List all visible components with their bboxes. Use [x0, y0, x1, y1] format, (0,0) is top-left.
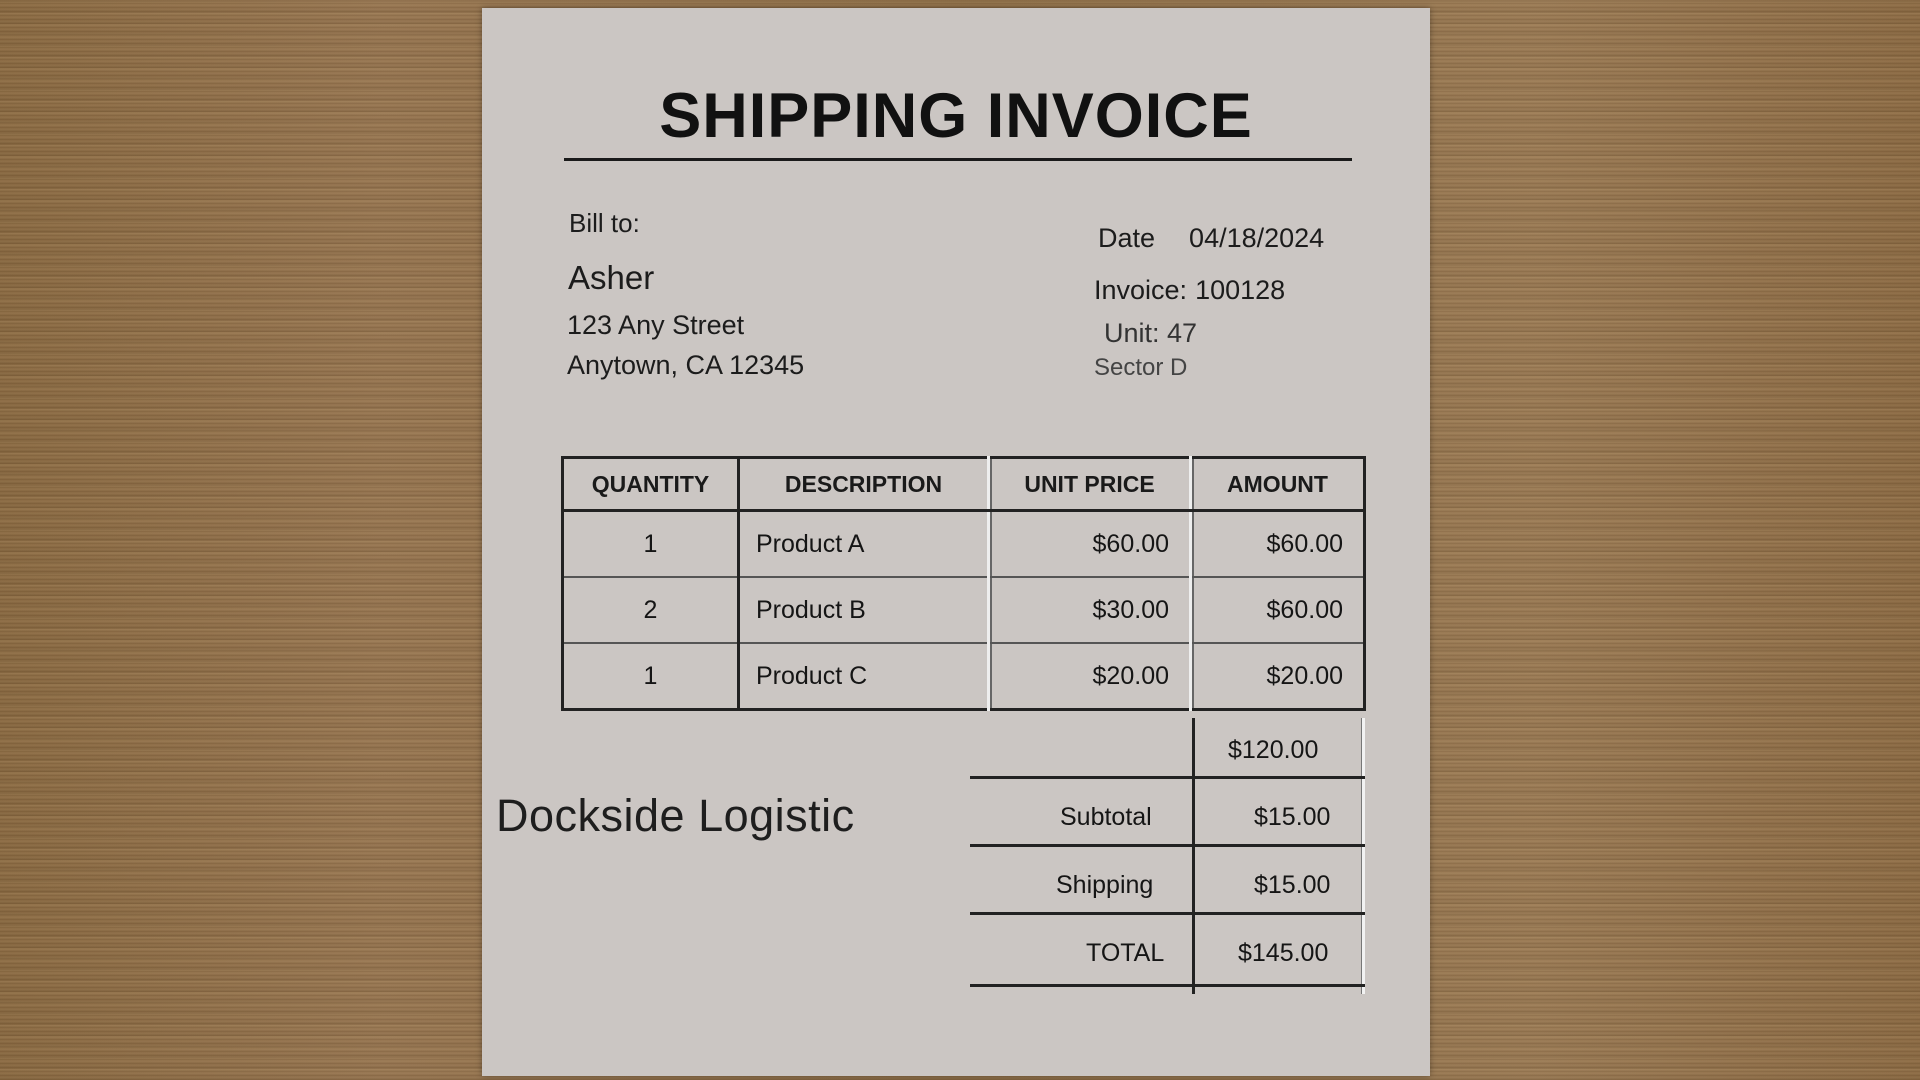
- title-divider: [564, 158, 1352, 161]
- address-line-1: 123 Any Street: [567, 310, 745, 340]
- cell-description: Product C: [737, 643, 989, 710]
- address-line-2: Anytown, CA 12345: [567, 350, 805, 380]
- cell-quantity: 1: [562, 510, 739, 578]
- table-row: 2 Product B $30.00 $60.00: [562, 577, 1365, 644]
- table-row: 1 Product C $20.00 $20.00: [563, 643, 1365, 710]
- totals-rule: [970, 776, 1365, 779]
- cell-description: Product A: [737, 510, 989, 578]
- cell-quantity: 2: [562, 577, 739, 644]
- shipping-label: Shipping: [1056, 871, 1154, 899]
- cell-unit-price: $30.00: [987, 577, 1191, 644]
- shipping-value: $15.00: [1254, 871, 1331, 899]
- date-label: Date: [1098, 223, 1156, 253]
- totals-right-edge: [1362, 718, 1365, 994]
- invoice-number-row: Invoice: 100128: [1094, 275, 1285, 306]
- cell-amount: $60.00: [1189, 577, 1365, 644]
- invoice-number-label: Invoice:: [1094, 275, 1188, 305]
- bill-to-label: Bill to:: [569, 208, 640, 238]
- sum-value: $120.00: [1228, 736, 1319, 764]
- cell-unit-price: $20.00: [987, 643, 1191, 710]
- total-value: $145.00: [1238, 939, 1329, 967]
- cell-unit-price: $60.00: [987, 510, 1191, 578]
- invoice-title: SHIPPING INVOICE: [659, 81, 1253, 151]
- date-value: 04/18/2024: [1189, 223, 1325, 253]
- header-description: DESCRIPTION: [737, 457, 989, 512]
- customer-name: Asher: [568, 259, 655, 296]
- totals-divider: [1192, 718, 1195, 994]
- totals-rule: [970, 984, 1365, 987]
- sector-text: Sector D: [1094, 354, 1188, 381]
- unit-text: Unit: 47: [1104, 318, 1198, 348]
- subtotal-label: Subtotal: [1060, 803, 1152, 831]
- header-quantity: QUANTITY: [562, 457, 739, 512]
- table-row: 1 Product A $60.00 $60.00: [562, 510, 1365, 578]
- invoice-paper: SHIPPING INVOICE Bill to: Asher 123 Any …: [482, 8, 1430, 1076]
- line-items-table: QUANTITY DESCRIPTION UNIT PRICE AMOUNT 1…: [561, 456, 1366, 711]
- cell-amount: $60.00: [1189, 510, 1365, 578]
- totals-rule: [970, 844, 1365, 847]
- table-header-row: QUANTITY DESCRIPTION UNIT PRICE AMOUNT: [562, 457, 1365, 512]
- cell-quantity: 1: [643, 661, 658, 690]
- header-unit-price: UNIT PRICE: [987, 457, 1191, 512]
- total-label: TOTAL: [1086, 939, 1165, 967]
- totals-rule: [970, 912, 1365, 915]
- header-amount: AMOUNT: [1189, 457, 1365, 512]
- subtotal-value: $15.00: [1254, 803, 1331, 831]
- date-row: Date 04/18/2024: [1098, 223, 1324, 254]
- cell-amount: $20.00: [1189, 643, 1365, 710]
- cell-description: Product B: [737, 577, 989, 644]
- invoice-number-value: 100128: [1195, 275, 1286, 305]
- company-name: Dockside Logistic: [496, 790, 855, 841]
